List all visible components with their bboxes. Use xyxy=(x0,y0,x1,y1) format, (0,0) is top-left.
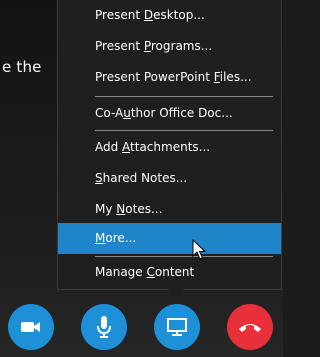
video-camera-icon xyxy=(21,322,40,332)
menu-pointer-tail xyxy=(168,289,184,298)
background-partial-text: e the xyxy=(2,58,42,76)
video-button[interactable] xyxy=(8,304,54,350)
audio-button[interactable] xyxy=(81,304,127,350)
menu-item-present-powerpoint-files[interactable]: Present PowerPoint Files... xyxy=(58,62,281,93)
menu-separator xyxy=(95,130,273,131)
hangup-button[interactable] xyxy=(227,304,273,350)
menu-item-manage-content[interactable]: Manage Content xyxy=(58,257,281,288)
menu-item-shared-notes[interactable]: Shared Notes... xyxy=(58,163,281,194)
microphone-icon xyxy=(97,316,111,338)
menu-item-more[interactable]: More... xyxy=(58,223,281,254)
menu-item-my-notes[interactable]: My Notes... xyxy=(58,194,281,225)
mouse-cursor-icon xyxy=(192,239,206,260)
menu-separator xyxy=(95,96,273,97)
menu-item-co-author-office-doc[interactable]: Co-Author Office Doc... xyxy=(58,98,281,129)
present-menu: Present Desktop... Present Programs... P… xyxy=(57,0,282,290)
menu-item-add-attachments[interactable]: Add Attachments... xyxy=(58,132,281,163)
present-button[interactable] xyxy=(154,304,200,350)
monitor-icon xyxy=(167,318,187,336)
phone-hangup-icon xyxy=(239,324,261,332)
menu-item-present-programs[interactable]: Present Programs... xyxy=(58,31,281,62)
menu-item-present-desktop[interactable]: Present Desktop... xyxy=(58,0,281,31)
